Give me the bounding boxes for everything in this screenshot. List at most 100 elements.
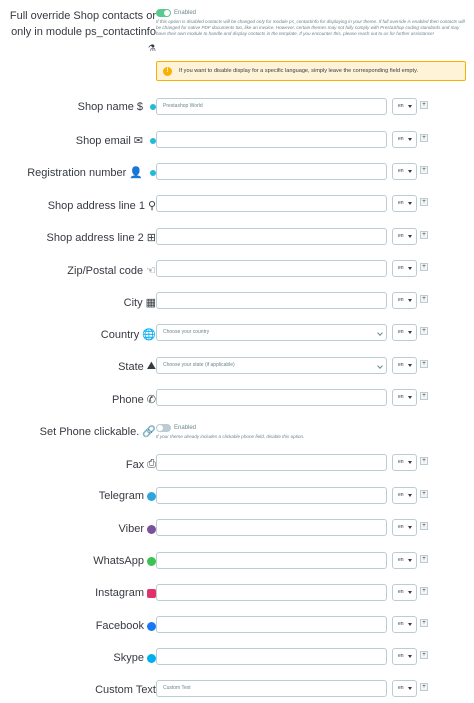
- viber-icon: [147, 524, 156, 534]
- address2-input[interactable]: [156, 228, 387, 245]
- address1-lang-select[interactable]: en: [392, 195, 417, 212]
- custom-text-input[interactable]: Custom Text: [156, 680, 387, 697]
- facebook-label: Facebook: [96, 620, 156, 632]
- whatsapp-add-button[interactable]: +: [420, 555, 428, 563]
- custom-text-lang-select[interactable]: en: [392, 680, 417, 697]
- country-label: Country 🌐: [100, 328, 156, 342]
- address2-add-button[interactable]: +: [420, 231, 428, 239]
- override-label: Full override Shop contacts or only in m…: [6, 8, 156, 56]
- registration-number-add-button[interactable]: +: [420, 166, 428, 174]
- city-label: City ▦: [123, 296, 156, 310]
- address1-add-button[interactable]: +: [420, 198, 428, 206]
- telegram-add-button[interactable]: +: [420, 490, 428, 498]
- state-lang-select[interactable]: en: [392, 357, 417, 374]
- facebook-icon: [147, 621, 156, 631]
- skype-icon: [147, 653, 156, 663]
- skype-add-button[interactable]: +: [420, 651, 428, 659]
- fax-label: Fax ⎙: [125, 458, 156, 471]
- address2-label: Shop address line 2 ⊞: [46, 231, 156, 245]
- zip-input[interactable]: [156, 260, 387, 277]
- zip-add-button[interactable]: +: [420, 263, 428, 271]
- country-lang-select[interactable]: en: [392, 324, 417, 341]
- phone-add-button[interactable]: +: [420, 392, 428, 400]
- whatsapp-input[interactable]: [156, 552, 387, 569]
- language-alert: ! If you want to disable display for a s…: [156, 61, 466, 81]
- printer-icon: ⎙: [147, 458, 156, 470]
- custom-text-label: Custom Text: [95, 684, 156, 696]
- address2-lang-select[interactable]: en: [392, 228, 417, 245]
- skype-input[interactable]: [156, 648, 387, 665]
- fax-add-button[interactable]: +: [420, 457, 428, 465]
- registration-number-lang-select[interactable]: en: [392, 163, 417, 180]
- telegram-icon: [147, 491, 156, 501]
- override-help: If this option is disabled contacts will…: [156, 19, 465, 36]
- telegram-label: Telegram: [99, 490, 156, 502]
- road-icon: ⛰: [146, 360, 156, 372]
- override-toggle[interactable]: [156, 9, 171, 17]
- globe-icon: 🌐: [142, 329, 156, 341]
- instagram-input[interactable]: [156, 584, 387, 601]
- shop-name-input[interactable]: Prestashop World: [156, 98, 387, 115]
- instagram-icon: [147, 588, 156, 598]
- whatsapp-icon: [147, 556, 156, 566]
- phone-input[interactable]: [156, 389, 387, 406]
- country-select[interactable]: Choose your country: [156, 324, 387, 341]
- registration-number-input[interactable]: [156, 163, 387, 180]
- phone-clickable-toggle-label: Enabled: [174, 425, 197, 431]
- city-input[interactable]: [156, 292, 387, 309]
- viber-add-button[interactable]: +: [420, 522, 428, 530]
- hand-pointer-icon: ☜: [146, 265, 156, 277]
- dollar-icon: $: [136, 101, 143, 113]
- telegram-lang-select[interactable]: en: [392, 487, 417, 504]
- instagram-lang-select[interactable]: en: [392, 584, 417, 601]
- city-add-button[interactable]: +: [420, 295, 428, 303]
- whatsapp-lang-select[interactable]: en: [392, 552, 417, 569]
- shop-email-label: Shop email ✉: [76, 134, 156, 147]
- fax-lang-select[interactable]: en: [392, 454, 417, 471]
- telegram-input[interactable]: [156, 487, 387, 504]
- phone-clickable-toggle[interactable]: [156, 424, 171, 432]
- viber-lang-select[interactable]: en: [392, 519, 417, 536]
- fax-input[interactable]: [156, 454, 387, 471]
- shop-name-lang-select[interactable]: en: [392, 98, 417, 115]
- shop-name-label: Shop name $: [78, 101, 156, 113]
- custom-text-add-button[interactable]: +: [420, 683, 428, 691]
- map-marker-icon: ⚲: [147, 200, 156, 212]
- envelope-icon: ✉: [133, 135, 143, 147]
- country-add-button[interactable]: +: [420, 327, 428, 335]
- phone-label: Phone ✆: [111, 393, 156, 407]
- facebook-add-button[interactable]: +: [420, 619, 428, 627]
- shop-email-add-button[interactable]: +: [420, 134, 428, 142]
- zip-label: Zip/Postal code ☜: [67, 264, 156, 278]
- phone-lang-select[interactable]: en: [392, 389, 417, 406]
- instagram-label: Instagram: [95, 587, 156, 599]
- zip-lang-select[interactable]: en: [392, 260, 417, 277]
- sitemap-icon: ⊞: [146, 232, 156, 244]
- state-add-button[interactable]: +: [420, 360, 428, 368]
- override-toggle-label: Enabled: [174, 10, 197, 16]
- address1-input[interactable]: [156, 195, 387, 212]
- phone-icon: ✆: [146, 394, 156, 406]
- viber-input[interactable]: [156, 519, 387, 536]
- state-select[interactable]: Choose your state (if applicable): [156, 357, 387, 374]
- user-icon: 👤: [129, 167, 143, 179]
- phone-clickable-label: Set Phone clickable. 🔗: [39, 425, 156, 439]
- facebook-input[interactable]: [156, 616, 387, 633]
- warning-icon: !: [163, 67, 172, 76]
- shop-email-input[interactable]: [156, 131, 387, 148]
- flask-icon: ⚗: [147, 43, 156, 53]
- chevron-down-icon: [377, 330, 383, 336]
- city-lang-select[interactable]: en: [392, 292, 417, 309]
- skype-lang-select[interactable]: en: [392, 648, 417, 665]
- registration-number-label: Registration number 👤: [27, 166, 156, 179]
- skype-label: Skype: [113, 652, 156, 664]
- shop-email-lang-select[interactable]: en: [392, 131, 417, 148]
- instagram-add-button[interactable]: +: [420, 587, 428, 595]
- viber-label: Viber: [119, 523, 156, 535]
- facebook-lang-select[interactable]: en: [392, 616, 417, 633]
- whatsapp-label: WhatsApp: [93, 555, 156, 567]
- shop-name-add-button[interactable]: +: [420, 101, 428, 109]
- building-icon: ▦: [145, 297, 156, 309]
- link-icon: 🔗: [142, 426, 156, 438]
- address1-label: Shop address line 1 ⚲: [47, 199, 156, 213]
